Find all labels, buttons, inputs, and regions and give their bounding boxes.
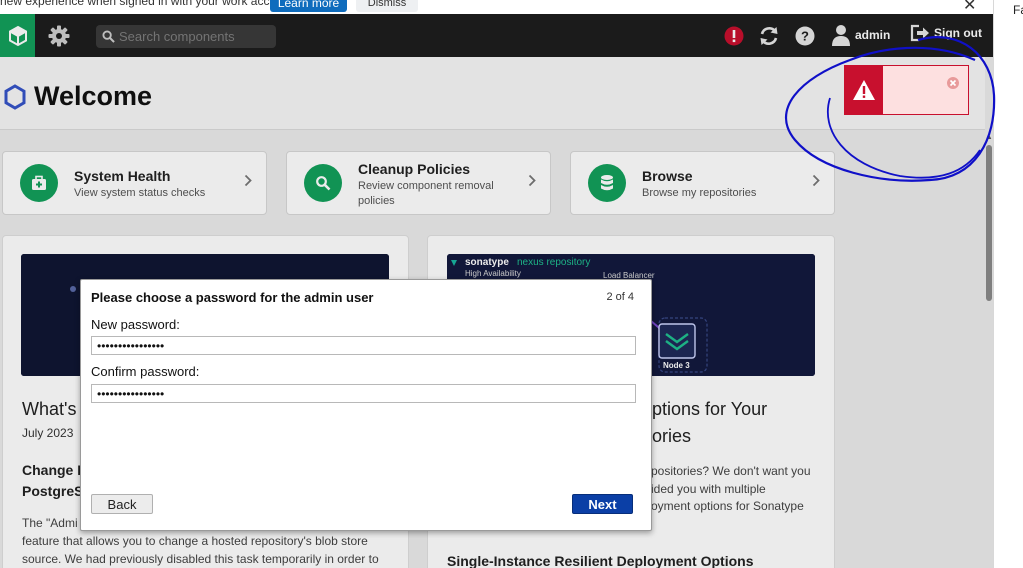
next-button[interactable]: Next	[572, 494, 633, 514]
browser-info-bar: new experience when signed in with your …	[0, 0, 993, 14]
new-password-label: New password:	[91, 317, 180, 332]
dismiss-button[interactable]: Dismiss	[356, 0, 418, 12]
error-toast	[844, 65, 969, 115]
password-dialog: Please choose a password for the admin u…	[80, 279, 652, 531]
dialog-title: Please choose a password for the admin u…	[91, 290, 374, 305]
dialog-step-indicator: 2 of 4	[606, 291, 634, 303]
warning-icon	[845, 66, 883, 114]
side-panel-text: Fa	[1013, 3, 1023, 17]
confirm-password-field[interactable]	[91, 384, 636, 403]
close-icon[interactable]: ✕	[963, 0, 976, 14]
new-password-field[interactable]	[91, 336, 636, 355]
close-toast-icon[interactable]	[947, 76, 959, 94]
back-button[interactable]: Back	[91, 494, 153, 514]
info-bar-message: new experience when signed in with your …	[0, 0, 297, 8]
learn-more-button[interactable]: Learn more	[270, 0, 347, 12]
side-panel-edge: Fa	[993, 0, 1023, 568]
confirm-password-label: Confirm password:	[91, 364, 200, 379]
